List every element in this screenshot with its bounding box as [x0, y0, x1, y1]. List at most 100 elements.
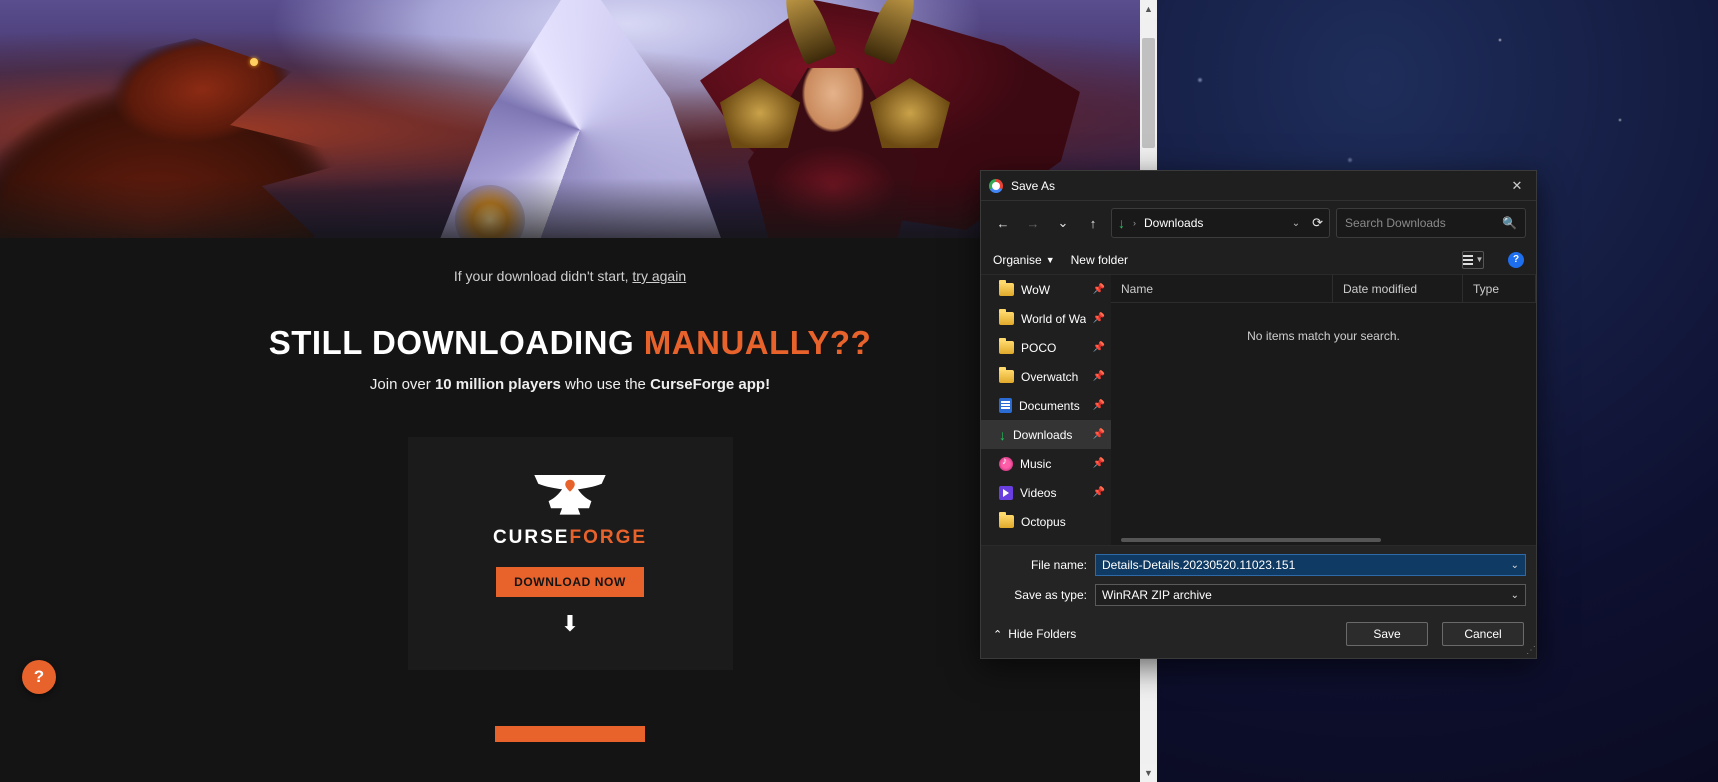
view-options-button[interactable]: ▼ [1462, 251, 1484, 269]
pin-icon: 📌 [1093, 371, 1105, 382]
address-bar[interactable]: ↓ › Downloads ⌄ ⟳ [1111, 208, 1330, 238]
folder-icon [999, 283, 1014, 296]
document-icon [999, 398, 1012, 413]
organise-caret-icon: ▼ [1046, 255, 1055, 265]
dialog-footer: ⌃ Hide Folders Save Cancel ⋰ [981, 610, 1536, 658]
column-type[interactable]: Type [1463, 275, 1536, 302]
nav-up-button[interactable]: ↑ [1081, 211, 1105, 235]
nav-item-music[interactable]: Music 📌 [981, 449, 1111, 478]
chrome-icon [989, 179, 1003, 193]
hide-folders-label: Hide Folders [1008, 627, 1076, 641]
nav-item-wow[interactable]: WoW📌 [981, 275, 1111, 304]
organise-label: Organise [993, 253, 1042, 267]
filename-dropdown-icon[interactable]: ⌄ [1511, 560, 1519, 571]
nav-item-octopus[interactable]: Octopus [981, 507, 1111, 536]
nav-item-label: Music [1020, 457, 1086, 471]
glow-orb [455, 185, 525, 238]
dialog-toolbar: Organise ▼ New folder ▼ ? [981, 245, 1536, 275]
headline: STILL DOWNLOADING MANUALLY?? [0, 324, 1140, 362]
hero-banner [0, 0, 1140, 238]
nav-item-label: World of War [1021, 312, 1086, 326]
download-folder-icon: ↓ [1118, 215, 1125, 231]
nav-item-documents[interactable]: Documents 📌 [981, 391, 1111, 420]
secondary-download-button[interactable] [495, 726, 645, 742]
nav-item-label: Documents [1019, 399, 1086, 413]
search-placeholder: Search Downloads [1345, 216, 1446, 230]
nav-item-poco[interactable]: POCO📌 [981, 333, 1111, 362]
download-icon: ↓ [999, 428, 1006, 442]
column-headers: Name Date modified Type [1111, 275, 1536, 303]
breadcrumb-chevron-icon: › [1133, 218, 1136, 228]
folder-icon [999, 515, 1014, 528]
list-view-icon [1463, 255, 1473, 265]
dialog-nav-row: ← → ⌄ ↑ ↓ › Downloads ⌄ ⟳ Search Downloa… [981, 201, 1536, 245]
sub-prefix: Join over [370, 376, 435, 393]
dialog-title: Save As [1011, 179, 1506, 193]
nav-item-label: Downloads [1013, 428, 1086, 442]
refresh-button[interactable]: ⟳ [1312, 215, 1323, 231]
scrollbar-down-arrow[interactable]: ▼ [1140, 764, 1157, 782]
headline-part2: MANUALLY?? [644, 324, 871, 361]
sub-bold1: 10 million players [435, 376, 561, 393]
column-name[interactable]: Name [1111, 275, 1333, 302]
organise-menu[interactable]: Organise ▼ [993, 253, 1055, 267]
filename-input[interactable]: Details-Details.20230520.11023.151 ⌄ [1095, 554, 1526, 576]
dialog-body: WoW📌World of War📌POCO📌Overwatch📌Document… [981, 275, 1536, 546]
download-message-text: If your download didn't start, [454, 268, 633, 284]
new-folder-button[interactable]: New folder [1071, 253, 1128, 267]
download-arrow-icon: ⬇ [561, 611, 579, 637]
pin-icon: 📌 [1093, 458, 1105, 469]
scrollbar-thumb[interactable] [1142, 38, 1155, 148]
nav-recent-button[interactable]: ⌄ [1051, 211, 1075, 235]
sub-bold2: CurseForge app! [650, 376, 770, 393]
pin-icon: 📌 [1093, 487, 1105, 498]
nav-item-label: Videos [1020, 486, 1086, 500]
dialog-titlebar[interactable]: Save As ✕ [981, 171, 1536, 201]
page-viewport: If your download didn't start, try again… [0, 0, 1140, 782]
navigation-pane: WoW📌World of War📌POCO📌Overwatch📌Document… [981, 275, 1111, 545]
download-now-button[interactable]: DOWNLOAD NOW [496, 567, 644, 597]
hide-folders-toggle[interactable]: ⌃ Hide Folders [993, 627, 1076, 641]
nav-item-overwatch[interactable]: Overwatch 📌 [981, 362, 1111, 391]
saveastype-label: Save as type: [991, 588, 1087, 602]
resize-grip[interactable]: ⋰ [1526, 645, 1534, 656]
folder-icon [999, 341, 1014, 354]
address-location: Downloads [1144, 216, 1284, 230]
nav-item-world-of-war[interactable]: World of War📌 [981, 304, 1111, 333]
close-button[interactable]: ✕ [1506, 178, 1528, 194]
nav-item-downloads[interactable]: ↓ Downloads 📌 [981, 420, 1111, 449]
pin-icon: 📌 [1093, 284, 1105, 295]
logo-word-forge: FORGE [569, 527, 647, 548]
nav-item-videos[interactable]: Videos 📌 [981, 478, 1111, 507]
saveastype-dropdown-icon[interactable]: ⌄ [1511, 590, 1519, 601]
save-button[interactable]: Save [1346, 622, 1428, 646]
empty-list-message: No items match your search. [1111, 303, 1536, 343]
column-date[interactable]: Date modified [1333, 275, 1463, 302]
saveastype-select[interactable]: WinRAR ZIP archive ⌄ [1095, 584, 1526, 606]
horizontal-scrollbar[interactable] [1111, 533, 1536, 545]
nav-item-label: Overwatch [1021, 370, 1086, 384]
anvil-icon [530, 471, 610, 517]
nav-item-label: Octopus [1021, 515, 1105, 529]
pin-icon: 📌 [1093, 429, 1105, 440]
cancel-button[interactable]: Cancel [1442, 622, 1524, 646]
address-dropdown-icon[interactable]: ⌄ [1292, 218, 1300, 229]
promo-card: CURSEFORGE DOWNLOAD NOW ⬇ [408, 437, 733, 670]
try-again-link[interactable]: try again [632, 268, 686, 284]
pin-icon: 📌 [1093, 400, 1105, 411]
nav-forward-button[interactable]: → [1021, 211, 1045, 235]
download-message: If your download didn't start, try again [0, 268, 1140, 284]
dragon-illustration [0, 9, 436, 238]
scrollbar-up-arrow[interactable]: ▲ [1140, 0, 1157, 18]
folder-icon [999, 370, 1014, 383]
save-as-dialog: Save As ✕ ← → ⌄ ↑ ↓ › Downloads ⌄ ⟳ Sear… [980, 170, 1537, 659]
help-bubble-button[interactable]: ? [22, 660, 56, 694]
music-icon [999, 457, 1013, 471]
search-input[interactable]: Search Downloads 🔍 [1336, 208, 1526, 238]
nav-back-button[interactable]: ← [991, 211, 1015, 235]
curseforge-wordmark: CURSEFORGE [493, 527, 647, 549]
logo-word-curse: CURSE [493, 527, 570, 548]
file-list-pane: Name Date modified Type No items match y… [1111, 275, 1536, 545]
chevron-up-icon: ⌃ [993, 628, 1002, 641]
dialog-help-button[interactable]: ? [1508, 252, 1524, 268]
